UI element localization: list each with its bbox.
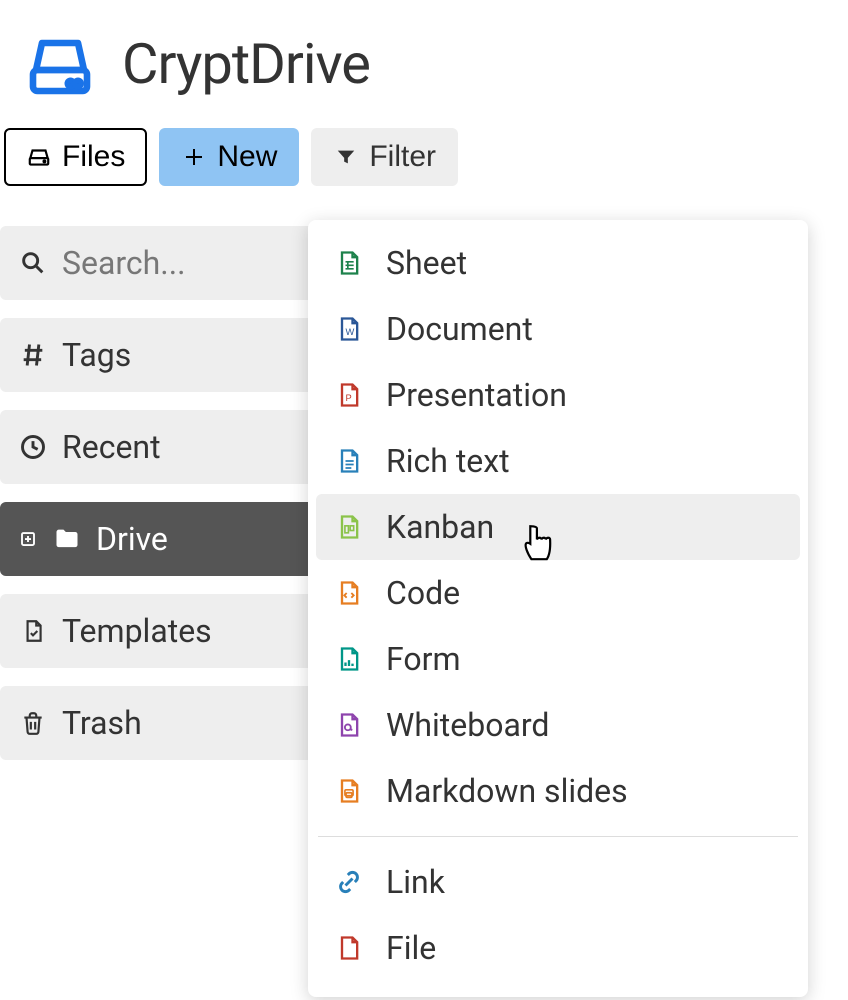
app-title: CryptDrive <box>122 31 370 97</box>
menu-item-label: Form <box>386 640 461 678</box>
sidebar-item-label: Tags <box>62 336 131 374</box>
menu-item-presentation[interactable]: P Presentation <box>316 362 800 428</box>
sidebar-item-label: Recent <box>62 428 161 466</box>
menu-item-file[interactable]: File <box>316 915 800 981</box>
files-button[interactable]: Files <box>4 128 147 186</box>
file-sheet-icon <box>334 248 364 278</box>
plus-icon <box>181 144 207 170</box>
menu-item-label: Link <box>386 863 445 901</box>
menu-item-sheet[interactable]: Sheet <box>316 230 800 296</box>
menu-item-label: Sheet <box>386 244 467 282</box>
menu-item-form[interactable]: Form <box>316 626 800 692</box>
sidebar-item-label: Trash <box>62 704 142 742</box>
new-button[interactable]: New <box>159 128 299 186</box>
menu-item-document[interactable]: W Document <box>316 296 800 362</box>
search-placeholder: Search... <box>62 244 186 282</box>
file-markdown-slides-icon <box>334 776 364 806</box>
menu-item-label: Presentation <box>386 376 567 414</box>
file-kanban-icon <box>334 512 364 542</box>
new-dropdown-menu: Sheet W Document P Presentation Rich tex… <box>308 220 808 997</box>
sidebar-item-label: Templates <box>62 612 212 650</box>
file-whiteboard-icon <box>334 710 364 740</box>
file-document-icon: W <box>334 314 364 344</box>
app-logo-icon <box>24 28 96 100</box>
template-icon <box>18 616 48 646</box>
trash-icon <box>18 708 48 738</box>
file-presentation-icon: P <box>334 380 364 410</box>
new-button-label: New <box>217 140 277 174</box>
app-header: CryptDrive <box>0 0 848 128</box>
svg-text:P: P <box>346 393 352 403</box>
sidebar-item-label: Drive <box>96 520 168 558</box>
menu-item-label: Whiteboard <box>386 706 549 744</box>
file-code-icon <box>334 578 364 608</box>
file-form-icon <box>334 644 364 674</box>
menu-item-whiteboard[interactable]: Whiteboard <box>316 692 800 758</box>
drive-icon <box>26 144 52 170</box>
svg-text:W: W <box>346 327 355 337</box>
file-icon <box>334 933 364 963</box>
files-button-label: Files <box>62 140 125 174</box>
toolbar: Files New Filter <box>0 128 848 192</box>
menu-item-label: Rich text <box>386 442 510 480</box>
menu-item-label: Code <box>386 574 460 612</box>
search-icon <box>18 248 48 278</box>
clock-icon <box>18 432 48 462</box>
filter-icon <box>333 144 359 170</box>
menu-item-markdown-slides[interactable]: Markdown slides <box>316 758 800 824</box>
menu-item-code[interactable]: Code <box>316 560 800 626</box>
filter-button-label: Filter <box>369 140 436 174</box>
menu-item-label: File <box>386 929 436 967</box>
menu-item-kanban[interactable]: Kanban <box>316 494 800 560</box>
filter-button[interactable]: Filter <box>311 128 458 186</box>
menu-item-label: Kanban <box>386 508 494 546</box>
expand-icon[interactable] <box>18 524 38 554</box>
file-rich-text-icon <box>334 446 364 476</box>
menu-item-rich-text[interactable]: Rich text <box>316 428 800 494</box>
menu-item-label: Document <box>386 310 533 348</box>
menu-item-label: Markdown slides <box>386 772 628 810</box>
hash-icon <box>18 340 48 370</box>
folder-icon <box>52 524 82 554</box>
menu-divider <box>318 836 798 837</box>
menu-item-link[interactable]: Link <box>316 849 800 915</box>
link-icon <box>334 867 364 897</box>
